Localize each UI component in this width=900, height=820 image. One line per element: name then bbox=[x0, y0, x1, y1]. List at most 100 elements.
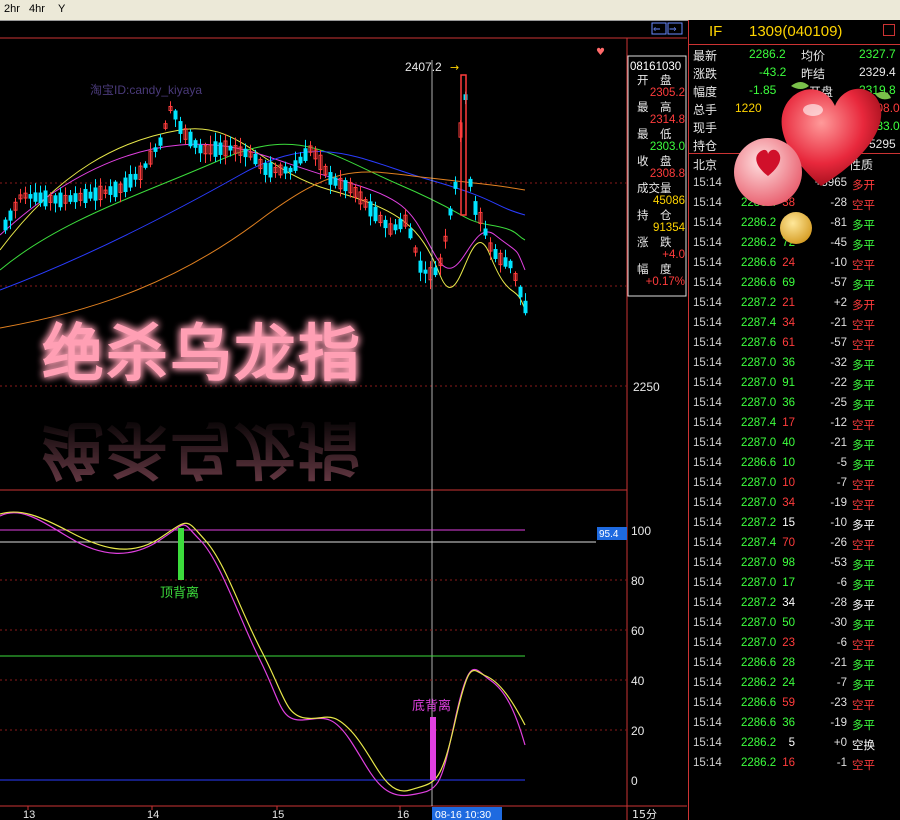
trade-time: 15:14 bbox=[693, 477, 722, 489]
panel-toggle-button[interactable] bbox=[883, 24, 895, 36]
trade-time: 15:14 bbox=[693, 497, 722, 509]
info-value: 91354 bbox=[653, 222, 686, 234]
trade-type: 空平 bbox=[852, 480, 875, 492]
trade-oi-change: -25 bbox=[830, 397, 847, 409]
trade-row: 15:14 2286.6 59 -23 空平 bbox=[689, 694, 900, 714]
trade-volume: 21 bbox=[782, 297, 795, 309]
trade-time: 15:14 bbox=[693, 377, 722, 389]
candle-body bbox=[88, 191, 93, 199]
trade-oi-change: -57 bbox=[830, 337, 847, 349]
trade-time: 15:14 bbox=[693, 737, 722, 749]
timeframe-2hr[interactable]: 2hr bbox=[4, 3, 20, 15]
trade-row: 15:14 2287.0 10 -7 空平 bbox=[689, 474, 900, 494]
info-label: 幅 度 bbox=[637, 262, 672, 276]
trade-volume: 36 bbox=[782, 717, 795, 729]
trade-volume: 36 bbox=[782, 397, 795, 409]
trade-row: 15:14 2286.2 16 -1 空平 bbox=[689, 754, 900, 774]
trade-row: 15:14 2286.2 24 -7 多平 bbox=[689, 674, 900, 694]
trade-time: 15:14 bbox=[693, 257, 722, 269]
svg-text:⇐: ⇐ bbox=[653, 25, 661, 35]
quote-title-row: IF 1309(040109) bbox=[689, 20, 900, 45]
trade-volume: 59 bbox=[782, 697, 795, 709]
candle-body bbox=[68, 195, 73, 202]
trade-time: 15:14 bbox=[693, 757, 722, 769]
info-label: 最 高 bbox=[637, 100, 672, 114]
candle-body bbox=[133, 173, 138, 180]
trade-type: 多平 bbox=[852, 280, 875, 292]
trade-volume: 91 bbox=[782, 377, 795, 389]
trade-row: 15:14 2286.6 36 -19 多平 bbox=[689, 714, 900, 734]
trade-type: 多平 bbox=[852, 380, 875, 392]
trade-type: 多平 bbox=[852, 600, 875, 612]
candle-body bbox=[218, 142, 223, 155]
info-value: 2308.8 bbox=[650, 168, 685, 180]
trade-time: 15:14 bbox=[693, 337, 722, 349]
candle-body bbox=[398, 218, 403, 230]
trade-time: 15:14 bbox=[693, 177, 722, 189]
trade-row: 15:14 2287.2 34 -28 多平 bbox=[689, 594, 900, 614]
indicator-axis-100: 100 bbox=[631, 524, 651, 538]
trade-type: 空换 bbox=[852, 740, 875, 752]
trade-type: 空平 bbox=[852, 420, 875, 432]
info-value: +0.17% bbox=[646, 276, 685, 288]
trade-row: 15:14 2287.0 17 -6 多平 bbox=[689, 574, 900, 594]
trade-type: 空平 bbox=[852, 320, 875, 332]
quote-panel: IF 1309(040109) 最新 2286.2 均价 2327.7 涨跌 -… bbox=[688, 20, 900, 820]
watermark: 淘宝ID:candy_kiyaya bbox=[90, 83, 202, 97]
candle-body bbox=[508, 260, 513, 269]
info-label: 持 仓 bbox=[637, 208, 672, 222]
overlay-title: 绝杀乌龙指 bbox=[42, 317, 362, 390]
candle-body bbox=[328, 172, 333, 185]
trade-type: 多平 bbox=[852, 460, 875, 472]
trade-volume: 15 bbox=[782, 517, 795, 529]
bottom-divergence-bar bbox=[430, 717, 436, 780]
trade-oi-change: -21 bbox=[830, 317, 847, 329]
trade-type: 多平 bbox=[852, 520, 875, 532]
candle-body bbox=[423, 269, 428, 274]
candle-body bbox=[58, 192, 63, 208]
latest-price: 2286.2 bbox=[749, 47, 786, 61]
candle-body bbox=[408, 228, 413, 239]
trade-volume: 40 bbox=[782, 437, 795, 449]
candle-body bbox=[43, 190, 48, 207]
candle-body bbox=[188, 131, 193, 147]
candle-body bbox=[368, 201, 373, 217]
trade-volume: 70 bbox=[782, 537, 795, 549]
info-value: 45086 bbox=[653, 195, 685, 207]
trade-time: 15:14 bbox=[693, 357, 722, 369]
trade-time: 15:14 bbox=[693, 237, 722, 249]
candle-body bbox=[293, 160, 298, 171]
oi-label: 持仓 bbox=[693, 139, 718, 153]
trade-time: 15:14 bbox=[693, 557, 722, 569]
candle-body bbox=[128, 174, 133, 188]
indicator-axis-20: 20 bbox=[631, 724, 645, 738]
trade-type: 空平 bbox=[852, 340, 875, 352]
avg-price: 2327.7 bbox=[859, 47, 896, 61]
small-heart-icon: ♥ bbox=[596, 47, 605, 58]
trade-time: 15:14 bbox=[693, 277, 722, 289]
trade-row: 15:14 2287.2 15 -10 多平 bbox=[689, 514, 900, 534]
trade-oi-change: -19 bbox=[830, 717, 847, 729]
trade-type: 多平 bbox=[852, 440, 875, 452]
candle-body bbox=[3, 219, 8, 231]
candle-body bbox=[448, 208, 453, 216]
trade-oi-change: -22 bbox=[830, 377, 847, 389]
moving-averages bbox=[0, 128, 526, 329]
trade-row: 15:14 2287.6 61 -57 空平 bbox=[689, 334, 900, 354]
trade-volume: 24 bbox=[782, 677, 795, 689]
trade-type: 空平 bbox=[852, 760, 875, 772]
candle-body bbox=[373, 206, 378, 222]
kline-chart[interactable]: ⇐ ⇒ 淘宝ID:candy_kiyaya 2407.2 → 绝杀乌龙指 绝杀乌… bbox=[0, 20, 688, 820]
timeframe-y[interactable]: Y bbox=[58, 3, 65, 15]
x-label-15: 15 bbox=[272, 809, 284, 820]
trade-oi-change: -5 bbox=[836, 457, 847, 469]
trade-row: 15:14 2287.2 21 +2 多开 bbox=[689, 294, 900, 314]
candle-body bbox=[113, 181, 118, 198]
trade-oi-change: -28 bbox=[830, 597, 847, 609]
timeframe-4hr[interactable]: 4hr bbox=[29, 3, 45, 15]
candle-body bbox=[333, 177, 338, 186]
trade-row: 15:14 2286.6 10 -5 多平 bbox=[689, 454, 900, 474]
trade-volume: 61 bbox=[782, 337, 795, 349]
trade-oi-change: -6 bbox=[836, 577, 847, 589]
candle-body bbox=[73, 193, 78, 203]
